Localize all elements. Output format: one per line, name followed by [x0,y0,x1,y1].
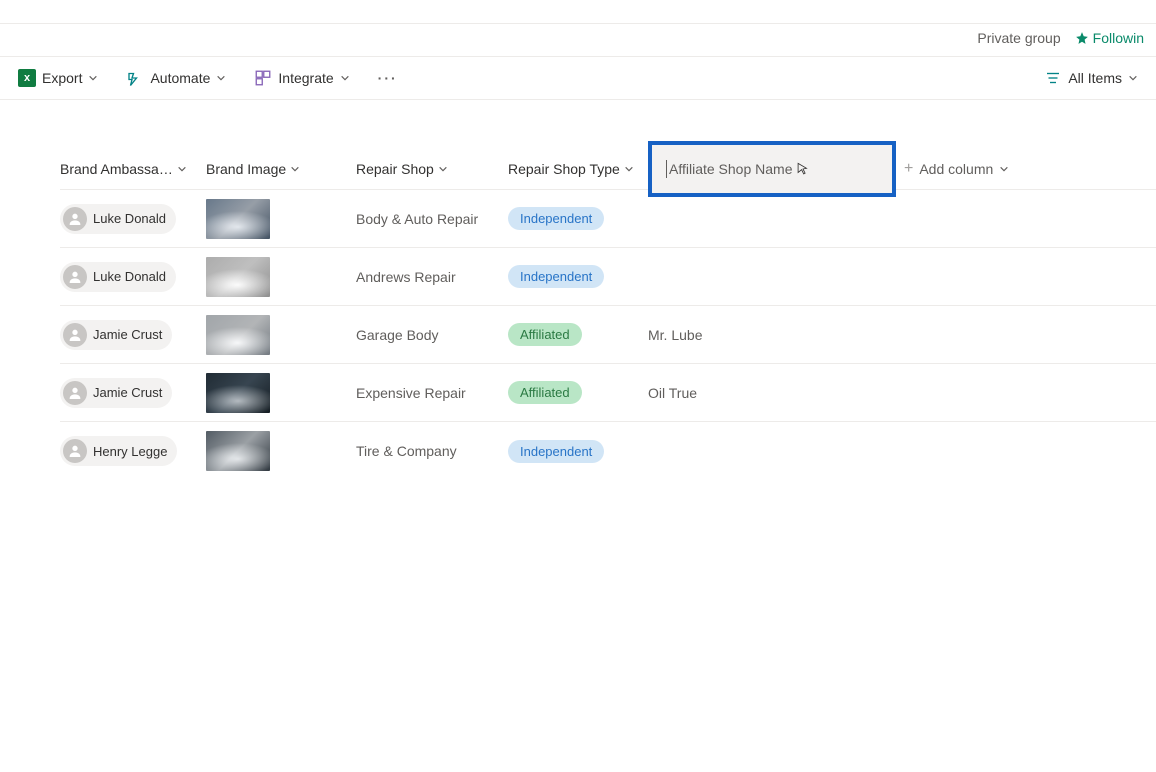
chevron-down-icon [624,164,634,174]
automate-button[interactable]: Automate [120,65,232,91]
person-name: Jamie Crust [93,385,162,400]
chevron-down-icon [999,164,1009,174]
table-row[interactable]: Jamie Crust Garage Body Affiliated Mr. L… [60,306,1156,364]
chevron-down-icon [177,164,187,174]
add-column-button[interactable]: + Add column [904,161,1054,177]
chevron-down-icon [88,73,98,83]
chevron-down-icon [1128,73,1138,83]
add-column-label: Add column [919,161,993,177]
column-header-brand-image[interactable]: Brand Image [206,161,356,177]
column-header-row: Brand Ambassa… Brand Image Repair Shop R… [60,148,1156,190]
affiliate-shop-value: Oil True [648,385,697,401]
column-header-repair-shop[interactable]: Repair Shop [356,161,508,177]
table-row[interactable]: Luke Donald Andrews Repair Independent [60,248,1156,306]
person-name: Henry Legge [93,444,167,459]
column-header-label: Repair Shop [356,161,434,177]
column-header-repair-shop-type[interactable]: Repair Shop Type [508,161,648,177]
excel-icon: x [18,69,36,87]
brand-image-thumb[interactable] [206,257,270,297]
repair-shop-type-pill: Independent [508,207,604,230]
brand-image-thumb[interactable] [206,315,270,355]
integrate-button[interactable]: Integrate [248,65,355,91]
column-header-affiliate-shop-name[interactable]: Affiliate Shop Name [648,149,904,189]
brand-image-thumb[interactable] [206,431,270,471]
brand-image-thumb[interactable] [206,199,270,239]
avatar-icon [63,207,87,231]
export-button[interactable]: x Export [12,65,104,91]
plus-icon: + [904,161,913,177]
text-caret-icon [666,160,667,178]
person-name: Luke Donald [93,269,166,284]
person-chip[interactable]: Luke Donald [60,204,176,234]
following-toggle[interactable]: Followin [1075,30,1144,46]
repair-shop-type-pill: Affiliated [508,381,582,404]
chevron-down-icon [216,73,226,83]
avatar-icon [63,265,87,289]
repair-shop-type-pill: Affiliated [508,323,582,346]
automate-label: Automate [150,70,210,86]
repair-shop-value: Body & Auto Repair [356,211,478,227]
list-view-icon [1044,69,1062,87]
column-header-label: Repair Shop Type [508,161,620,177]
list-view: Brand Ambassa… Brand Image Repair Shop R… [0,100,1156,480]
integrate-icon [254,69,272,87]
table-row[interactable]: Luke Donald Body & Auto Repair Independe… [60,190,1156,248]
export-label: Export [42,70,82,86]
command-bar: x Export Automate Integrate ··· [0,56,1156,100]
list-body: Luke Donald Body & Auto Repair Independe… [60,190,1156,480]
avatar-icon [63,323,87,347]
repair-shop-value: Expensive Repair [356,385,466,401]
column-header-label: Brand Image [206,161,286,177]
cursor-icon [796,162,810,176]
avatar-icon [63,439,87,463]
top-strip [0,0,1156,24]
table-row[interactable]: Jamie Crust Expensive Repair Affiliated … [60,364,1156,422]
person-chip[interactable]: Luke Donald [60,262,176,292]
avatar-icon [63,381,87,405]
table-row[interactable]: Henry Legge Tire & Company Independent [60,422,1156,480]
affiliate-shop-value: Mr. Lube [648,327,702,343]
repair-shop-type-pill: Independent [508,265,604,288]
person-chip[interactable]: Jamie Crust [60,320,172,350]
chevron-down-icon [438,164,448,174]
repair-shop-value: Andrews Repair [356,269,456,285]
new-column-name-value: Affiliate Shop Name [669,161,792,177]
person-chip[interactable]: Jamie Crust [60,378,172,408]
brand-image-thumb[interactable] [206,373,270,413]
more-actions-button[interactable]: ··· [372,66,404,90]
chevron-down-icon [340,73,350,83]
star-icon [1075,31,1089,45]
person-name: Luke Donald [93,211,166,226]
column-header-brand-ambassador[interactable]: Brand Ambassa… [60,161,206,177]
person-name: Jamie Crust [93,327,162,342]
view-label: All Items [1068,70,1122,86]
view-selector[interactable]: All Items [1038,65,1144,91]
repair-shop-value: Tire & Company [356,443,457,459]
chevron-down-icon [290,164,300,174]
following-label: Followin [1093,30,1144,46]
flow-icon [126,69,144,87]
site-header: Private group Followin [0,24,1156,56]
repair-shop-value: Garage Body [356,327,439,343]
integrate-label: Integrate [278,70,333,86]
private-group-label: Private group [977,30,1060,46]
repair-shop-type-pill: Independent [508,440,604,463]
new-column-name-input[interactable]: Affiliate Shop Name [648,141,896,197]
person-chip[interactable]: Henry Legge [60,436,177,466]
column-header-label: Brand Ambassa… [60,161,173,177]
